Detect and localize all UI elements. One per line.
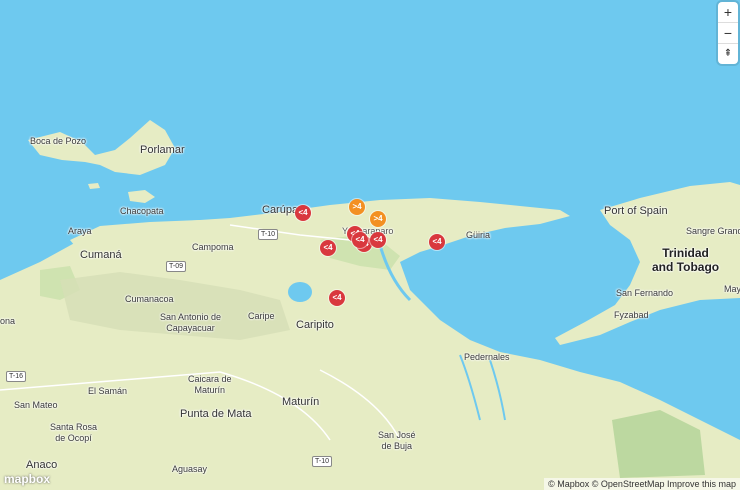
quake-marker[interactable]: <4 xyxy=(320,240,336,256)
road-shield-t10: T-10 xyxy=(258,229,279,240)
place-punta-de-mata: Punta de Mata xyxy=(180,408,252,420)
place-san-mateo: San Mateo xyxy=(14,400,58,410)
zoom-out-button[interactable]: − xyxy=(718,23,738,44)
place-partial-may: May xyxy=(724,284,740,294)
place-san-antonio: San Antonio de Capayacuar xyxy=(160,312,222,333)
map-controls: + − ⇞ xyxy=(718,2,738,64)
place-caripito: Caripito xyxy=(296,319,334,331)
place-aguasay: Aguasay xyxy=(172,464,208,474)
place-pedernales: Pedernales xyxy=(464,352,510,362)
place-caicara-de-maturin: Caicara de Maturín xyxy=(188,374,232,395)
compass-button[interactable]: ⇞ xyxy=(718,44,738,64)
quake-marker[interactable]: <4 xyxy=(370,232,386,248)
place-caripe: Caripe xyxy=(248,311,275,321)
place-boca-de-pozo: Boca de Pozo xyxy=(30,136,87,146)
mapbox-logo[interactable]: mapbox xyxy=(4,472,50,486)
quake-marker[interactable]: <4 xyxy=(352,232,368,248)
map-attribution[interactable]: © Mapbox © OpenStreetMap Improve this ma… xyxy=(544,478,740,490)
zoom-in-button[interactable]: + xyxy=(718,2,738,23)
island-cubagua xyxy=(88,183,100,189)
place-campoma: Campoma xyxy=(192,242,234,252)
place-cumanacoa: Cumanacoa xyxy=(125,294,174,304)
place-port-of-spain: Port of Spain xyxy=(604,205,668,217)
place-san-fernando: San Fernando xyxy=(616,288,674,298)
place-san-jose-de-buja: San José de Buja xyxy=(378,430,416,451)
road-shield-t09: T-09 xyxy=(166,261,187,272)
place-cumana: Cumaná xyxy=(80,249,122,261)
lake xyxy=(288,282,312,302)
place-chacopata: Chacopata xyxy=(120,206,164,216)
quake-marker[interactable]: <4 xyxy=(329,290,345,306)
place-partial-ona: ona xyxy=(0,316,16,326)
quake-marker[interactable]: <4 xyxy=(429,234,445,250)
place-maturin: Maturín xyxy=(282,396,320,408)
country-trinidad-and-tobago: Trinidad and Tobago xyxy=(652,246,720,274)
quake-marker[interactable]: >4 xyxy=(370,211,386,227)
road-shield-t16: T-16 xyxy=(6,371,27,382)
place-anaco: Anaco xyxy=(26,459,58,471)
place-sangre-grande: Sangre Grande xyxy=(686,226,740,236)
place-fyzabad: Fyzabad xyxy=(614,310,649,320)
place-porlamar: Porlamar xyxy=(140,144,185,156)
place-santa-rosa-de-ocopi: Santa Rosa de Ocopí xyxy=(50,422,98,443)
quake-marker[interactable]: <4 xyxy=(295,205,311,221)
quake-marker[interactable]: >4 xyxy=(349,199,365,215)
road-shield-t10-south: T-10 xyxy=(312,456,333,467)
place-araya: Araya xyxy=(68,226,92,236)
place-el-saman: El Samán xyxy=(88,386,128,396)
place-guiria: Güiria xyxy=(466,230,491,240)
